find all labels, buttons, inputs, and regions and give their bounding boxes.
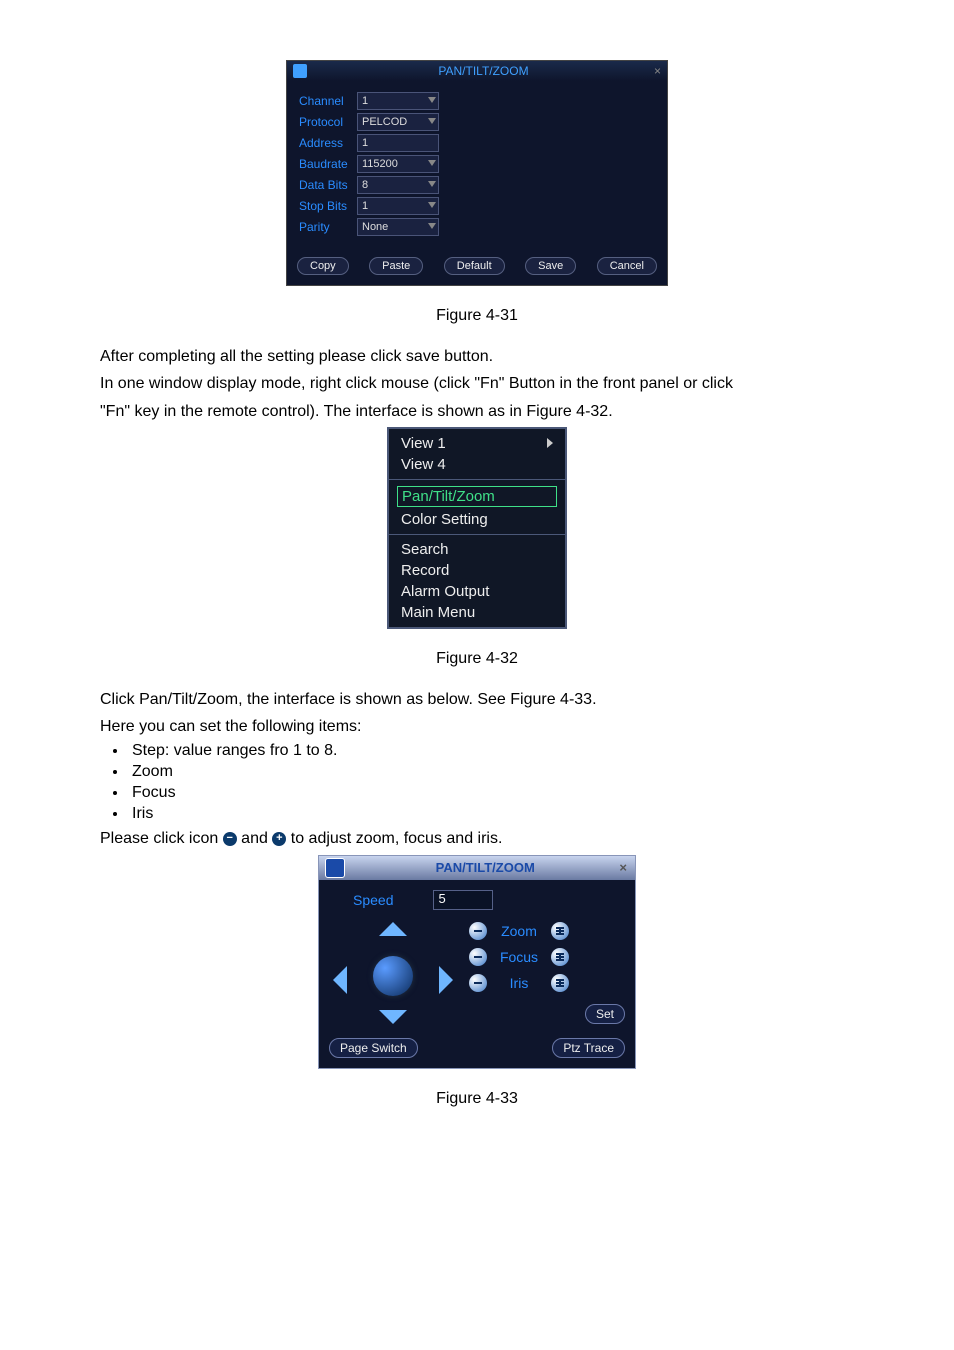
dpad-center-button[interactable]	[373, 956, 413, 996]
baudrate-select[interactable]: 115200	[357, 155, 439, 173]
menu-color-setting[interactable]: Color Setting	[389, 509, 565, 530]
set-button[interactable]: Set	[585, 1004, 625, 1024]
close-icon[interactable]: ×	[619, 860, 627, 875]
paste-button[interactable]: Paste	[369, 257, 423, 275]
default-button[interactable]: Default	[444, 257, 505, 275]
panel-titlebar[interactable]: PAN/TILT/ZOOM ×	[319, 856, 635, 880]
dialog-buttons: Copy Paste Default Save Cancel	[287, 243, 667, 285]
baudrate-label: Baudrate	[299, 157, 357, 171]
panel-title: PAN/TILT/ZOOM	[351, 860, 619, 875]
body-text: Click Pan/Tilt/Zoom, the interface is sh…	[100, 688, 854, 711]
figure-caption: Figure 4-32	[100, 647, 854, 670]
iris-minus-button[interactable]	[469, 974, 487, 992]
menu-pan-tilt-zoom[interactable]: Pan/Tilt/Zoom	[397, 486, 557, 507]
ptz-control-panel: PAN/TILT/ZOOM × Speed 5 Zoom	[318, 855, 636, 1069]
list-item: Zoom	[128, 763, 854, 781]
channel-select[interactable]: 1	[357, 92, 439, 110]
speed-input[interactable]: 5	[433, 890, 493, 910]
arrow-left-icon[interactable]	[333, 966, 347, 994]
iris-label: Iris	[493, 975, 545, 991]
body-text: After completing all the setting please …	[100, 345, 854, 368]
page-switch-button[interactable]: Page Switch	[329, 1038, 418, 1058]
address-input[interactable]: 1	[357, 134, 439, 152]
iris-plus-button[interactable]	[551, 974, 569, 992]
zoom-plus-button[interactable]	[551, 922, 569, 940]
cancel-button[interactable]: Cancel	[597, 257, 657, 275]
focus-minus-button[interactable]	[469, 948, 487, 966]
list-item: Focus	[128, 784, 854, 802]
body-text: In one window display mode, right click …	[100, 372, 854, 395]
bullet-list: Step: value ranges fro 1 to 8. Zoom Focu…	[128, 742, 854, 823]
window-icon	[293, 64, 307, 78]
body-text: Please click icon − and + to adjust zoom…	[100, 827, 854, 850]
list-item: Iris	[128, 805, 854, 823]
stopbits-label: Stop Bits	[299, 199, 357, 213]
list-item: Step: value ranges fro 1 to 8.	[128, 742, 854, 760]
dialog-title: PAN/TILT/ZOOM	[313, 64, 654, 78]
arrow-down-icon[interactable]	[379, 1010, 407, 1024]
body-text: Here you can set the following items:	[100, 715, 854, 738]
submenu-arrow-icon	[547, 438, 553, 448]
focus-label: Focus	[493, 949, 545, 965]
save-button[interactable]: Save	[525, 257, 576, 275]
protocol-label: Protocol	[299, 115, 357, 129]
copy-button[interactable]: Copy	[297, 257, 349, 275]
context-menu: View 1 View 4 Pan/Tilt/Zoom Color Settin…	[387, 427, 567, 629]
ptz-trace-button[interactable]: Ptz Trace	[552, 1038, 625, 1058]
zoom-label: Zoom	[493, 923, 545, 939]
menu-main-menu[interactable]: Main Menu	[389, 602, 565, 623]
arrow-up-icon[interactable]	[379, 922, 407, 936]
databits-label: Data Bits	[299, 178, 357, 192]
address-label: Address	[299, 136, 357, 150]
databits-select[interactable]: 8	[357, 176, 439, 194]
figure-caption: Figure 4-31	[100, 304, 854, 327]
focus-plus-button[interactable]	[551, 948, 569, 966]
protocol-select[interactable]: PELCOD	[357, 113, 439, 131]
arrow-right-icon[interactable]	[439, 966, 453, 994]
plus-icon: +	[272, 832, 286, 846]
menu-view1[interactable]: View 1	[389, 433, 565, 454]
minus-icon: −	[223, 832, 237, 846]
direction-pad	[329, 918, 457, 1028]
parity-select[interactable]: None	[357, 218, 439, 236]
menu-record[interactable]: Record	[389, 560, 565, 581]
speed-label: Speed	[353, 892, 393, 908]
dialog-body: Channel 1 Protocol PELCOD Address 1 Baud…	[287, 81, 667, 243]
menu-view4[interactable]: View 4	[389, 454, 565, 475]
dialog-titlebar[interactable]: PAN/TILT/ZOOM ×	[287, 61, 667, 81]
parity-label: Parity	[299, 220, 357, 234]
channel-label: Channel	[299, 94, 357, 108]
ptz-config-dialog: PAN/TILT/ZOOM × Channel 1 Protocol PELCO…	[286, 60, 668, 286]
window-icon	[325, 858, 345, 878]
stopbits-select[interactable]: 1	[357, 197, 439, 215]
menu-search[interactable]: Search	[389, 539, 565, 560]
zoom-minus-button[interactable]	[469, 922, 487, 940]
menu-alarm-output[interactable]: Alarm Output	[389, 581, 565, 602]
body-text: "Fn" key in the remote control). The int…	[100, 400, 854, 423]
close-icon[interactable]: ×	[654, 64, 661, 78]
figure-caption: Figure 4-33	[100, 1087, 854, 1110]
